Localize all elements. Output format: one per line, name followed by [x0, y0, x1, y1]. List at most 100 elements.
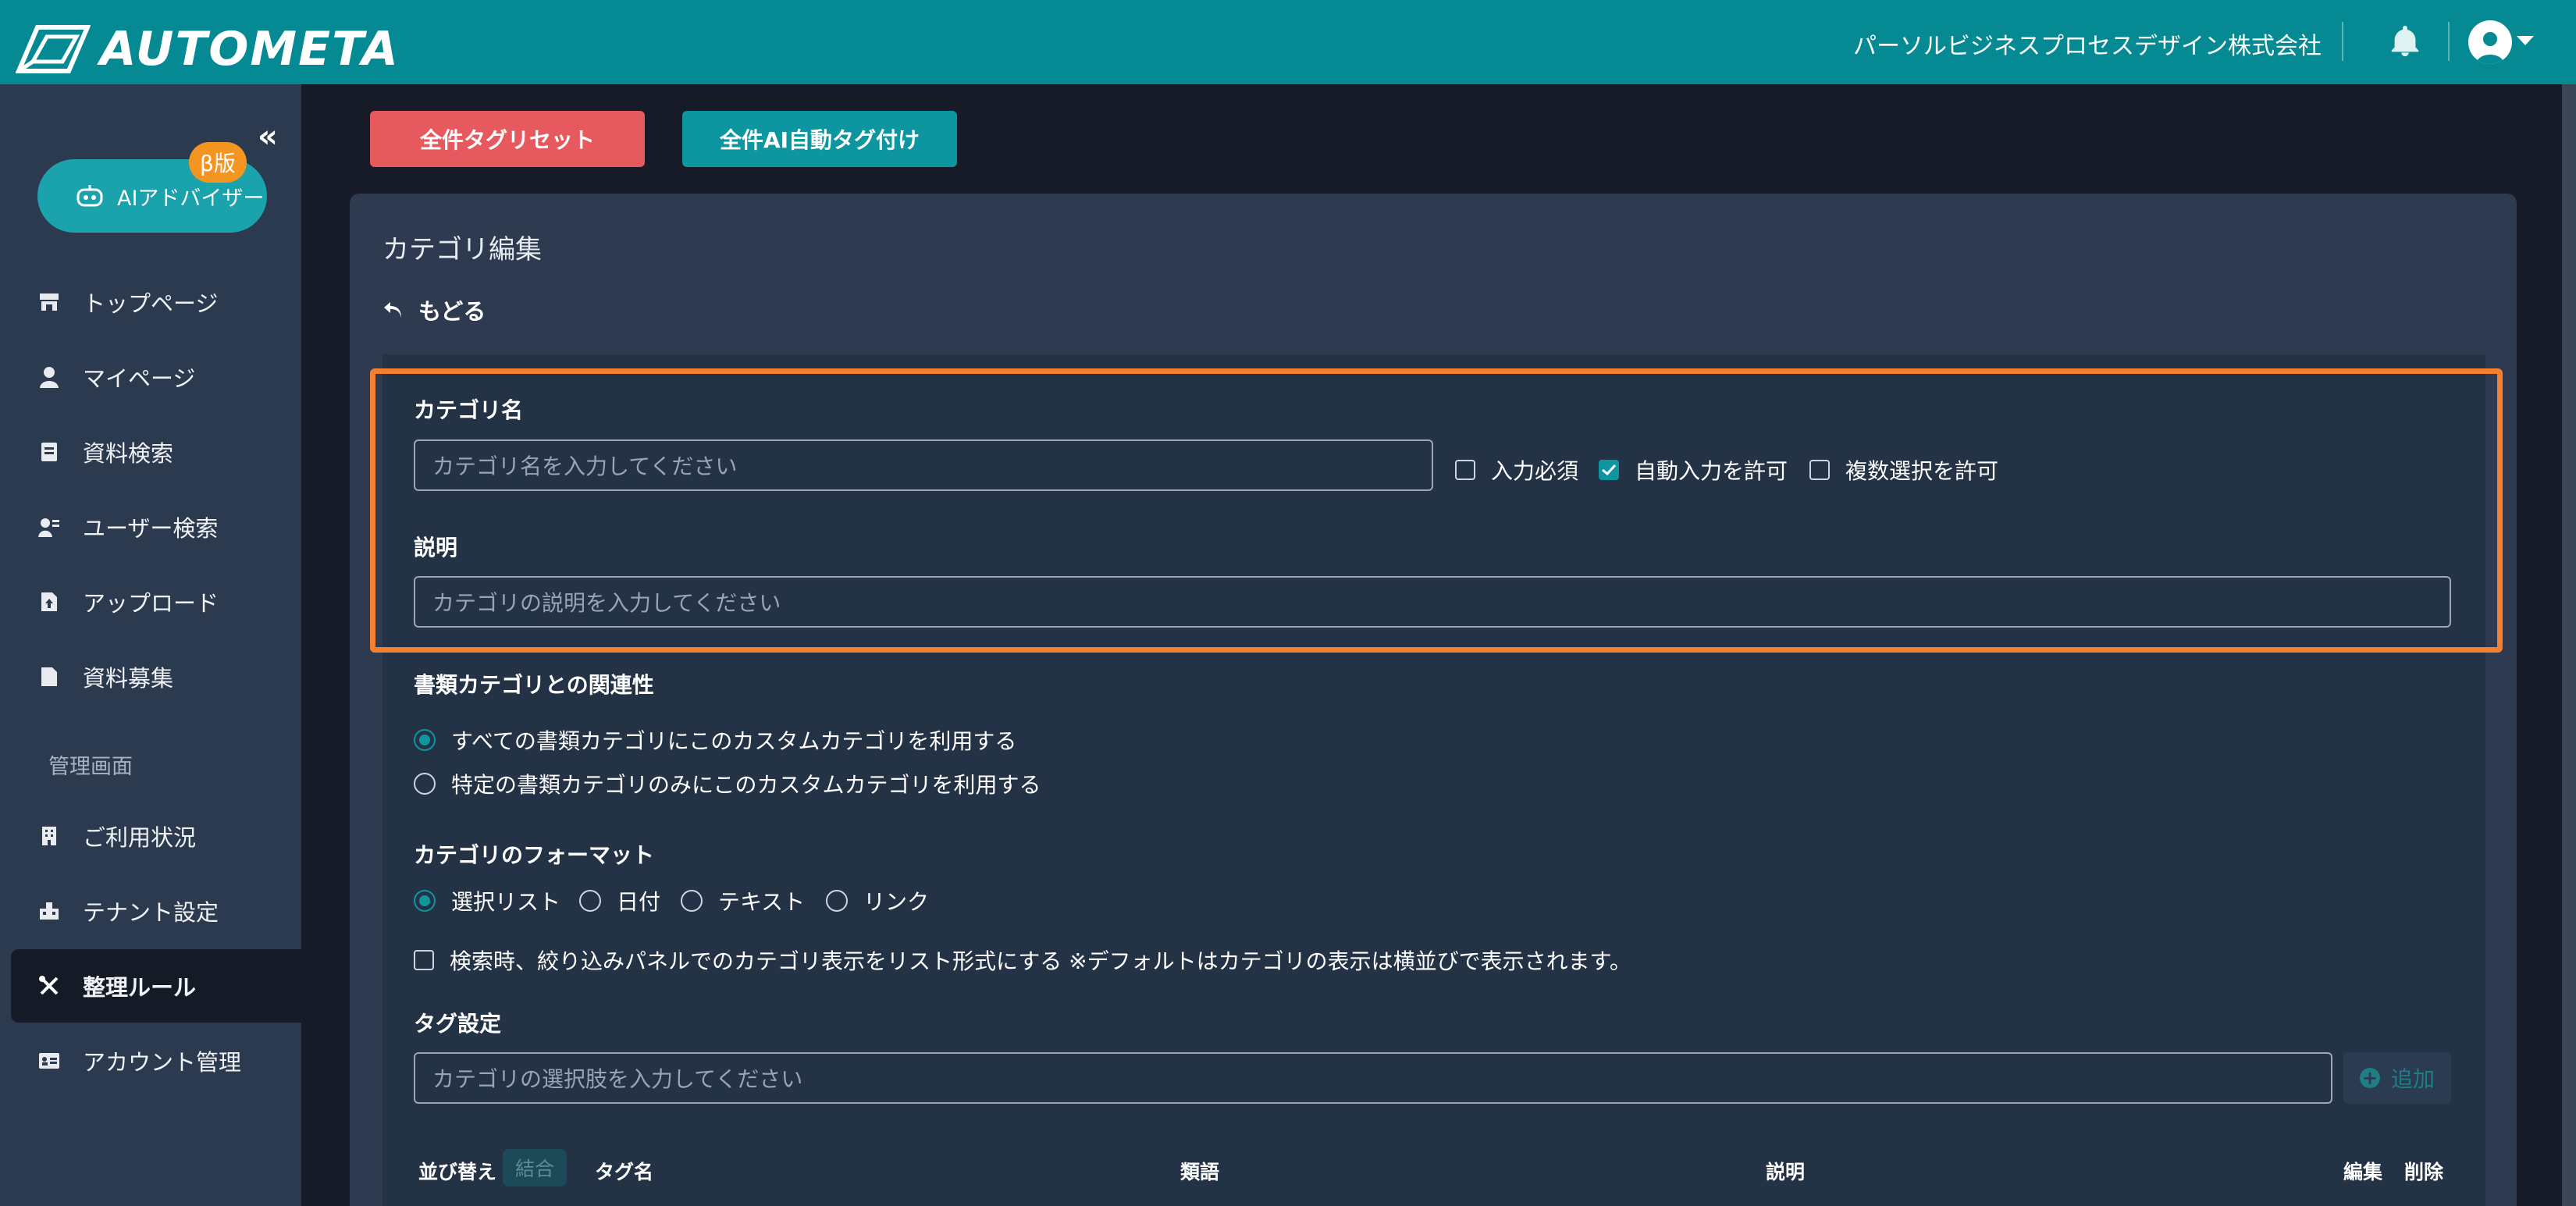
sidebar-item-label: テナント設定: [83, 899, 219, 926]
upload-icon: [37, 590, 61, 614]
description-label: 説明: [414, 535, 458, 560]
column-header-edit: 編集: [2343, 1161, 2383, 1183]
relation-all-radio[interactable]: すべての書類カテゴリにこのカスタムカテゴリを利用する: [414, 724, 1016, 756]
sidebar-item-label: アップロード: [83, 590, 219, 617]
sidebar-item-user-search[interactable]: ユーザー検索: [11, 490, 301, 564]
sidebar-item-label: 整理ルール: [83, 974, 197, 1001]
ai-auto-tag-all-button[interactable]: 全件AI自動タグ付け: [682, 111, 957, 167]
checkbox-box-checked: [1599, 460, 1619, 480]
format-option-label: 日付: [617, 889, 661, 915]
format-option-label: 選択リスト: [451, 889, 561, 915]
sidebar-item-label: 資料募集: [83, 665, 174, 692]
add-tag-button[interactable]: + 追加: [2343, 1052, 2451, 1104]
building-icon: [37, 824, 61, 848]
back-label: もどる: [418, 298, 486, 325]
tools-icon: [37, 974, 61, 998]
sidebar-item-organize-rules[interactable]: 整理ルール: [11, 949, 301, 1023]
merge-button[interactable]: 結合: [503, 1149, 567, 1186]
description-input[interactable]: カテゴリの説明を入力してください: [414, 576, 2451, 628]
sidebar-item-document-request[interactable]: 資料募集: [11, 640, 301, 713]
sidebar-item-label: ご利用状況: [83, 824, 197, 851]
user-search-icon: [37, 515, 61, 539]
id-card-icon: [37, 1049, 61, 1073]
header-divider: [2342, 22, 2343, 61]
column-header-description: 説明: [1766, 1161, 1806, 1183]
bell-icon[interactable]: [2387, 23, 2423, 59]
sidebar-item-label: マイページ: [83, 365, 196, 392]
file-icon: [37, 665, 61, 688]
required-label: 入力必須: [1491, 458, 1579, 484]
checkbox-box: [1455, 460, 1475, 480]
tenant-icon: [37, 899, 61, 923]
chevron-down-icon[interactable]: [2517, 36, 2534, 45]
column-header-tag-name: タグ名: [595, 1161, 654, 1183]
required-checkbox[interactable]: 入力必須: [1455, 454, 1578, 486]
person-icon: [37, 365, 61, 389]
sidebar-item-top-page[interactable]: トップページ: [11, 265, 301, 339]
format-select-list-radio[interactable]: 選択リスト: [414, 885, 560, 916]
checkbox-box: [1809, 460, 1830, 480]
format-text-radio[interactable]: テキスト: [681, 885, 805, 916]
logo-icon: [16, 25, 91, 73]
reset-all-tags-button[interactable]: 全件タグリセット: [370, 111, 645, 167]
auto-input-label: 自動入力を許可: [1635, 458, 1788, 484]
person-silhouette-icon: [2476, 32, 2504, 64]
sidebar-item-label: ユーザー検索: [83, 515, 219, 542]
radio-unselected: [414, 773, 436, 795]
sidebar-item-tenant-settings[interactable]: テナント設定: [11, 874, 301, 948]
relation-all-label: すべての書類カテゴリにこのカスタムカテゴリを利用する: [451, 728, 1017, 754]
page-title: カテゴリ編集: [382, 234, 542, 265]
sidebar-item-my-page[interactable]: マイページ: [11, 340, 301, 414]
sidebar-item-label: アカウント管理: [83, 1049, 242, 1076]
list-display-checkbox[interactable]: 検索時、絞り込みパネルでのカテゴリ表示をリスト形式にする ※デフォルトはカテゴリ…: [414, 945, 1631, 976]
sidebar-item-account-management[interactable]: アカウント管理: [11, 1024, 301, 1097]
tag-settings-label: タグ設定: [414, 1011, 502, 1037]
sidebar-item-usage[interactable]: ご利用状況: [11, 799, 301, 873]
multi-select-checkbox[interactable]: 複数選択を許可: [1809, 454, 1998, 486]
format-link-radio[interactable]: リンク: [826, 885, 929, 916]
beta-badge: β版: [189, 142, 247, 183]
relation-specific-radio[interactable]: 特定の書類カテゴリのみにこのカスタムカテゴリを利用する: [414, 768, 1041, 799]
format-date-radio[interactable]: 日付: [579, 885, 660, 916]
radio-selected: [414, 890, 436, 912]
radio-unselected: [826, 890, 848, 912]
plus-circle-icon: +: [2359, 1067, 2380, 1089]
relation-specific-label: 特定の書類カテゴリのみにこのカスタムカテゴリを利用する: [451, 772, 1041, 798]
scrollbar[interactable]: [2562, 84, 2576, 1206]
column-header-sort: 並び替え: [418, 1161, 497, 1183]
category-name-label: カテゴリ名: [414, 397, 524, 423]
brand-name: AUTOMETA: [100, 22, 400, 76]
format-option-label: テキスト: [718, 889, 806, 915]
app-header: AUTOMETA パーソルビジネスプロセスデザイン株式会社: [0, 0, 2576, 84]
header-divider: [2448, 22, 2450, 61]
sidebar-item-upload[interactable]: アップロード: [11, 565, 301, 639]
category-name-input[interactable]: カテゴリ名を入力してください: [414, 439, 1433, 491]
format-label: カテゴリのフォーマット: [414, 842, 655, 868]
document-search-icon: [37, 440, 61, 464]
radio-unselected: [579, 890, 601, 912]
auto-input-checkbox[interactable]: 自動入力を許可: [1599, 454, 1788, 486]
checkbox-box: [414, 950, 434, 970]
radio-selected: [414, 729, 436, 751]
sidebar: « AIアドバイザー β版 トップページ マイページ 資料検索 ユーザー検索 ア…: [0, 84, 301, 1206]
company-name: パーソルビジネスプロセスデザイン株式会社: [1853, 33, 2322, 60]
column-header-delete: 削除: [2404, 1161, 2444, 1183]
tag-option-input[interactable]: カテゴリの選択肢を入力してください: [414, 1052, 2332, 1104]
robot-icon: [76, 185, 103, 207]
back-link[interactable]: もどる: [382, 293, 486, 326]
list-display-label: 検索時、絞り込みパネルでのカテゴリ表示をリスト形式にする ※デフォルトはカテゴリ…: [450, 948, 1631, 974]
format-option-label: リンク: [863, 889, 930, 915]
sidebar-item-label: 資料検索: [83, 440, 174, 467]
store-icon: [37, 290, 61, 314]
brand-logo[interactable]: AUTOMETA: [16, 22, 400, 76]
column-header-synonyms: 類語: [1180, 1161, 1220, 1183]
collapse-sidebar-icon[interactable]: «: [258, 119, 278, 155]
radio-unselected: [681, 890, 703, 912]
multi-select-label: 複数選択を許可: [1845, 458, 1999, 484]
check-icon: [1602, 464, 1616, 475]
undo-arrow-icon: [384, 302, 401, 318]
user-icon[interactable]: [2468, 20, 2512, 64]
add-label: 追加: [2390, 1066, 2435, 1092]
sidebar-item-document-search[interactable]: 資料検索: [11, 415, 301, 489]
admin-section-label: 管理画面: [48, 755, 133, 779]
